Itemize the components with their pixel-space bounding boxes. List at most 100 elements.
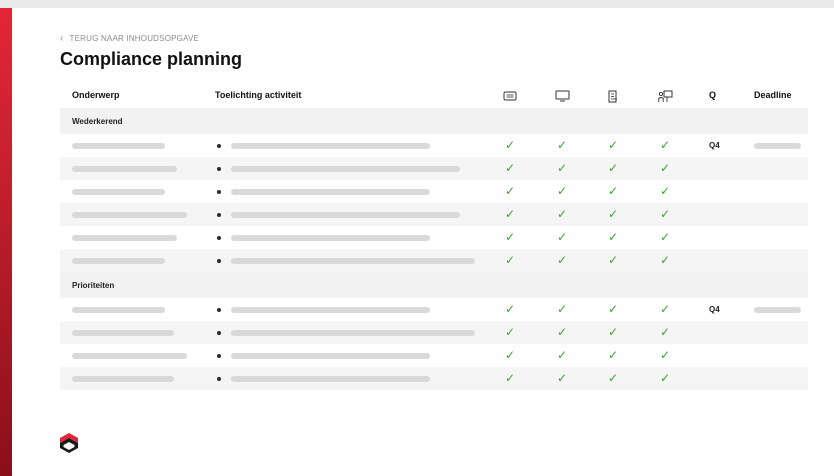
subject-placeholder bbox=[72, 235, 177, 241]
activity-placeholder bbox=[231, 376, 430, 382]
check-icon: ✓ bbox=[659, 302, 671, 316]
subject-placeholder bbox=[72, 258, 165, 264]
table-row[interactable]: ✓ ✓ ✓ ✓ bbox=[60, 203, 808, 226]
table-row[interactable]: ✓ ✓ ✓ ✓ bbox=[60, 344, 808, 367]
check-icon: ✓ bbox=[504, 207, 516, 221]
deadline-placeholder bbox=[754, 307, 801, 313]
document-icon bbox=[605, 89, 621, 103]
check-icon: ✓ bbox=[504, 184, 516, 198]
check-icon: ✓ bbox=[659, 161, 671, 175]
check-icon: ✓ bbox=[607, 253, 619, 267]
check-icon: ✓ bbox=[504, 325, 516, 339]
table-body: Wederkerend ✓ ✓ ✓ ✓ Q4 ✓ ✓ ✓ ✓ ✓ ✓ ✓ ✓ ✓ ✓ ✓ ✓ ✓ ✓ ✓ ✓ ✓ ✓ ✓ ✓ Pri… bbox=[60, 108, 808, 390]
activity-placeholder bbox=[231, 258, 475, 264]
subject-placeholder bbox=[72, 307, 165, 313]
back-link-label: TERUG NAAR INHOUDSOPGAVE bbox=[69, 34, 200, 43]
activity-placeholder bbox=[231, 189, 430, 195]
table-row[interactable]: ✓ ✓ ✓ ✓ bbox=[60, 180, 808, 203]
check-icon: ✓ bbox=[504, 230, 516, 244]
check-icon: ✓ bbox=[556, 161, 568, 175]
top-border bbox=[0, 0, 834, 8]
check-icon: ✓ bbox=[659, 184, 671, 198]
table-header: Onderwerp Toelichting activiteit Q Deadl… bbox=[60, 84, 808, 108]
activity-placeholder bbox=[231, 143, 430, 149]
table-row[interactable]: ✓ ✓ ✓ ✓ Q4 bbox=[60, 298, 808, 321]
check-icon: ✓ bbox=[556, 207, 568, 221]
chat-icon bbox=[502, 89, 518, 103]
table-row[interactable]: ✓ ✓ ✓ ✓ bbox=[60, 157, 808, 180]
table-row[interactable]: ✓ ✓ ✓ ✓ bbox=[60, 249, 808, 272]
subject-placeholder bbox=[72, 166, 177, 172]
table-row[interactable]: ✓ ✓ ✓ ✓ Q4 bbox=[60, 134, 808, 157]
check-icon: ✓ bbox=[504, 138, 516, 152]
header-q: Q bbox=[709, 90, 717, 100]
bullet bbox=[217, 354, 221, 358]
section-label: Wederkerend bbox=[72, 117, 123, 126]
check-icon: ✓ bbox=[556, 138, 568, 152]
check-icon: ✓ bbox=[607, 302, 619, 316]
check-icon: ✓ bbox=[607, 161, 619, 175]
subject-placeholder bbox=[72, 212, 187, 218]
table-row[interactable]: ✓ ✓ ✓ ✓ bbox=[60, 367, 808, 390]
quarter-value: Q4 bbox=[709, 305, 720, 314]
bullet bbox=[217, 213, 221, 217]
activity-placeholder bbox=[231, 166, 460, 172]
compliance-table: Onderwerp Toelichting activiteit Q Deadl… bbox=[60, 84, 808, 390]
bullet bbox=[217, 259, 221, 263]
chevron-left-icon: ‹ bbox=[60, 32, 64, 44]
table-row[interactable]: ✓ ✓ ✓ ✓ bbox=[60, 226, 808, 249]
check-icon: ✓ bbox=[607, 230, 619, 244]
subject-placeholder bbox=[72, 353, 187, 359]
bullet bbox=[217, 236, 221, 240]
activity-placeholder bbox=[231, 330, 475, 336]
check-icon: ✓ bbox=[607, 207, 619, 221]
bullet bbox=[217, 144, 221, 148]
header-toelichting: Toelichting activiteit bbox=[215, 90, 302, 100]
bullet bbox=[217, 167, 221, 171]
activity-placeholder bbox=[231, 307, 430, 313]
check-icon: ✓ bbox=[659, 371, 671, 385]
back-to-contents-link[interactable]: ‹ TERUG NAAR INHOUDSOPGAVE bbox=[60, 32, 200, 44]
monitor-icon bbox=[554, 89, 570, 103]
bullet bbox=[217, 377, 221, 381]
check-icon: ✓ bbox=[556, 371, 568, 385]
page-title: Compliance planning bbox=[60, 49, 243, 69]
activity-placeholder bbox=[231, 235, 430, 241]
section-label: Prioriteiten bbox=[72, 281, 115, 290]
check-icon: ✓ bbox=[504, 302, 516, 316]
check-icon: ✓ bbox=[504, 371, 516, 385]
subject-placeholder bbox=[72, 143, 165, 149]
check-icon: ✓ bbox=[556, 253, 568, 267]
accent-sidebar bbox=[0, 8, 12, 476]
check-icon: ✓ bbox=[504, 161, 516, 175]
check-icon: ✓ bbox=[556, 230, 568, 244]
check-icon: ✓ bbox=[556, 184, 568, 198]
deadline-placeholder bbox=[754, 143, 801, 149]
check-icon: ✓ bbox=[607, 348, 619, 362]
check-icon: ✓ bbox=[556, 302, 568, 316]
check-icon: ✓ bbox=[607, 184, 619, 198]
header-deadline: Deadline bbox=[754, 90, 792, 100]
check-icon: ✓ bbox=[607, 138, 619, 152]
table-row[interactable]: ✓ ✓ ✓ ✓ bbox=[60, 321, 808, 344]
section-header: Wederkerend bbox=[60, 108, 808, 134]
check-icon: ✓ bbox=[504, 348, 516, 362]
check-icon: ✓ bbox=[556, 348, 568, 362]
company-logo bbox=[60, 433, 78, 453]
check-icon: ✓ bbox=[607, 325, 619, 339]
header-onderwerp: Onderwerp bbox=[72, 90, 120, 100]
check-icon: ✓ bbox=[556, 325, 568, 339]
people-board-icon bbox=[657, 89, 673, 103]
check-icon: ✓ bbox=[659, 230, 671, 244]
check-icon: ✓ bbox=[659, 138, 671, 152]
check-icon: ✓ bbox=[659, 253, 671, 267]
bullet bbox=[217, 308, 221, 312]
quarter-value: Q4 bbox=[709, 141, 720, 150]
section-header: Prioriteiten bbox=[60, 272, 808, 298]
check-icon: ✓ bbox=[659, 325, 671, 339]
check-icon: ✓ bbox=[659, 207, 671, 221]
subject-placeholder bbox=[72, 189, 165, 195]
bullet bbox=[217, 190, 221, 194]
activity-placeholder bbox=[231, 353, 430, 359]
bullet bbox=[217, 331, 221, 335]
